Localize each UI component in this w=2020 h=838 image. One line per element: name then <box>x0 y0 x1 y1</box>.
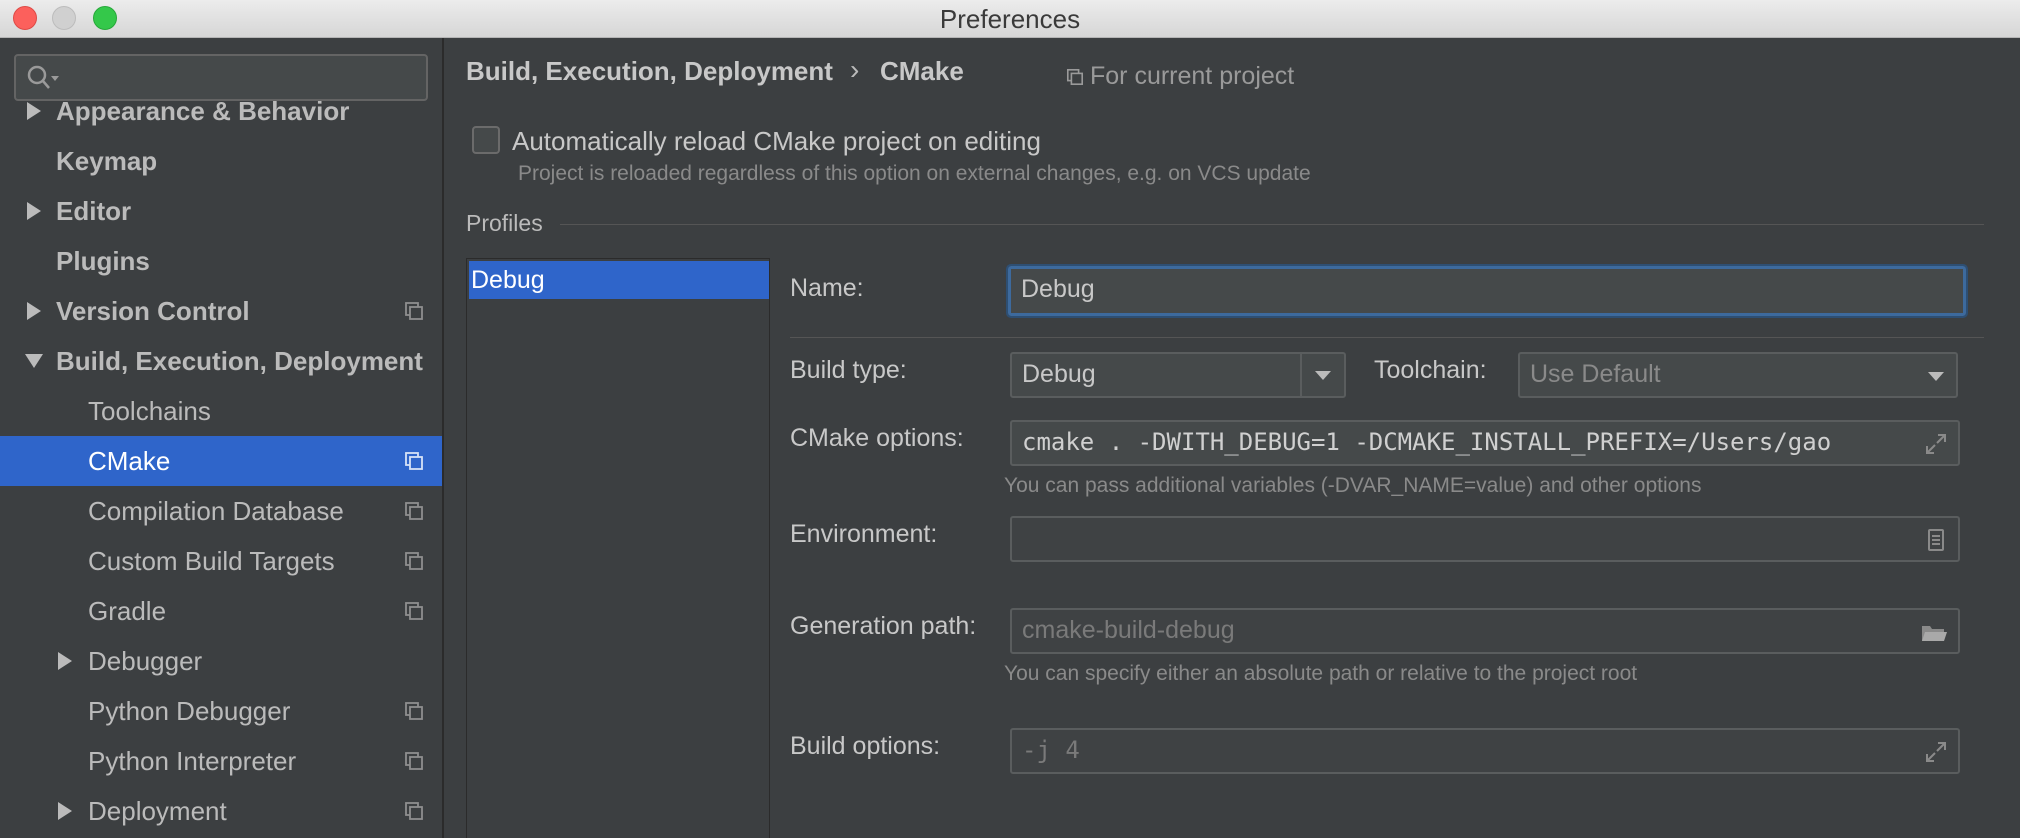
project-scope-icon <box>405 702 423 720</box>
profiles-list[interactable]: Debug <box>466 258 770 838</box>
project-scope-icon <box>405 552 423 570</box>
title-bar: Preferences <box>0 0 2020 38</box>
expand-arrow-icon[interactable] <box>58 802 72 820</box>
sidebar-item-gradle[interactable]: Gradle <box>0 586 442 636</box>
project-scope-icon <box>405 452 423 470</box>
profile-item-debug[interactable]: Debug <box>469 261 769 299</box>
project-scope-icon <box>1066 69 1084 86</box>
sidebar-item-compilation-database[interactable]: Compilation Database <box>0 486 442 536</box>
auto-reload-label[interactable]: Automatically reload CMake project on ed… <box>512 126 1041 157</box>
expand-field-icon[interactable] <box>1924 740 1948 764</box>
project-scope-icon <box>405 502 423 520</box>
expand-arrow-icon[interactable] <box>27 302 41 320</box>
sidebar-item-label: Toolchains <box>88 396 211 426</box>
dropdown-arrow-icon[interactable] <box>1928 372 1944 381</box>
sidebar-item-python-debugger[interactable]: Python Debugger <box>0 686 442 736</box>
cmake-options-input[interactable]: cmake . -DWITH_DEBUG=1 -DCMAKE_INSTALL_P… <box>1010 420 1960 466</box>
project-scope-icon <box>405 602 423 620</box>
auto-reload-hint: Project is reloaded regardless of this o… <box>518 162 1311 185</box>
sidebar-item-label: Keymap <box>56 146 158 176</box>
toolchain-value: Use Default <box>1530 360 1661 388</box>
sidebar-item-label: Python Interpreter <box>88 746 297 776</box>
generation-path-value: cmake-build-debug <box>1022 616 1235 644</box>
window-title: Preferences <box>939 4 1081 34</box>
project-scope-icon <box>405 752 423 770</box>
generation-path-input[interactable]: cmake-build-debug <box>1010 608 1960 654</box>
collapse-arrow-icon[interactable] <box>25 354 43 368</box>
expand-arrow-icon[interactable] <box>58 652 72 670</box>
sidebar-item-debugger[interactable]: Debugger <box>0 636 442 686</box>
sidebar-item-label: Debugger <box>88 646 203 676</box>
form-divider <box>790 337 1984 338</box>
sidebar-item-label: Version Control <box>56 296 250 326</box>
build-type-value: Debug <box>1022 360 1096 388</box>
cmake-options-value: cmake . -DWITH_DEBUG=1 -DCMAKE_INSTALL_P… <box>1022 428 1832 456</box>
breadcrumb-parent[interactable]: Build, Execution, Deployment <box>466 56 833 87</box>
name-label: Name: <box>790 274 864 302</box>
toolchain-select[interactable]: Use Default <box>1518 352 1958 398</box>
cmake-settings-panel: Build, Execution, Deployment › CMake For… <box>446 38 2020 838</box>
build-type-combo[interactable]: Debug <box>1010 352 1346 398</box>
scope-indicator: For current project <box>1066 62 1294 91</box>
profiles-section-title: Profiles <box>466 210 543 236</box>
sidebar-item-custom-build-targets[interactable]: Custom Build Targets <box>0 536 442 586</box>
environment-input[interactable] <box>1010 516 1960 562</box>
expand-field-icon[interactable] <box>1924 432 1948 456</box>
sidebar-item-editor[interactable]: Editor <box>0 186 442 236</box>
environment-label: Environment: <box>790 520 938 548</box>
sidebar-item-label: Plugins <box>56 246 150 276</box>
settings-sidebar: Appearance & Behavior Keymap Editor Plug… <box>0 38 444 838</box>
sidebar-item-label: Gradle <box>88 596 167 626</box>
sidebar-item-deployment[interactable]: Deployment <box>0 786 442 836</box>
build-type-label: Build type: <box>790 356 907 384</box>
sidebar-item-label: Python Debugger <box>88 696 291 726</box>
breadcrumb-current: CMake <box>880 56 964 86</box>
sidebar-item-label: CMake <box>88 446 171 476</box>
cmake-options-label: CMake options: <box>790 424 964 452</box>
sidebar-item-label: Custom Build Targets <box>88 546 335 576</box>
sidebar-item-plugins[interactable]: Plugins <box>0 236 442 286</box>
sidebar-item-python-interpreter[interactable]: Python Interpreter <box>0 736 442 786</box>
sidebar-item-appearance-behavior[interactable]: Appearance & Behavior <box>0 86 442 136</box>
toolchain-label: Toolchain: <box>1374 356 1487 384</box>
build-options-input[interactable]: -j 4 <box>1010 728 1960 774</box>
profile-name-input[interactable]: Debug <box>1006 264 1968 318</box>
expand-arrow-icon[interactable] <box>27 202 41 220</box>
auto-reload-checkbox[interactable] <box>472 126 500 154</box>
build-options-value: -j 4 <box>1022 736 1080 764</box>
folder-icon[interactable] <box>1920 620 1948 644</box>
sidebar-item-label: Compilation Database <box>88 496 344 526</box>
cmake-options-hint: You can pass additional variables (-DVAR… <box>1004 474 1702 497</box>
edit-environment-icon[interactable] <box>1924 528 1948 552</box>
project-scope-icon <box>405 302 423 320</box>
sidebar-item-cmake[interactable]: CMake <box>0 436 442 486</box>
dropdown-arrow-icon[interactable] <box>1300 354 1344 396</box>
section-divider <box>560 224 1984 225</box>
sidebar-item-version-control[interactable]: Version Control <box>0 286 442 336</box>
sidebar-item-label: Build, Execution, Deployment <box>56 346 423 376</box>
sidebar-item-label: Appearance & Behavior <box>56 96 350 126</box>
generation-path-hint: You can specify either an absolute path … <box>1004 662 1638 685</box>
build-options-label: Build options: <box>790 732 941 760</box>
breadcrumb-separator: › <box>850 54 860 85</box>
expand-arrow-icon[interactable] <box>27 102 41 120</box>
sidebar-item-build-execution-deployment[interactable]: Build, Execution, Deployment <box>0 336 442 386</box>
project-scope-icon <box>405 802 423 820</box>
sidebar-item-label: Deployment <box>88 796 227 826</box>
sidebar-item-toolchains[interactable]: Toolchains <box>0 386 442 436</box>
scope-label: For current project <box>1090 62 1295 90</box>
sidebar-item-keymap[interactable]: Keymap <box>0 136 442 186</box>
generation-path-label: Generation path: <box>790 612 977 640</box>
sidebar-item-label: Editor <box>56 196 132 226</box>
